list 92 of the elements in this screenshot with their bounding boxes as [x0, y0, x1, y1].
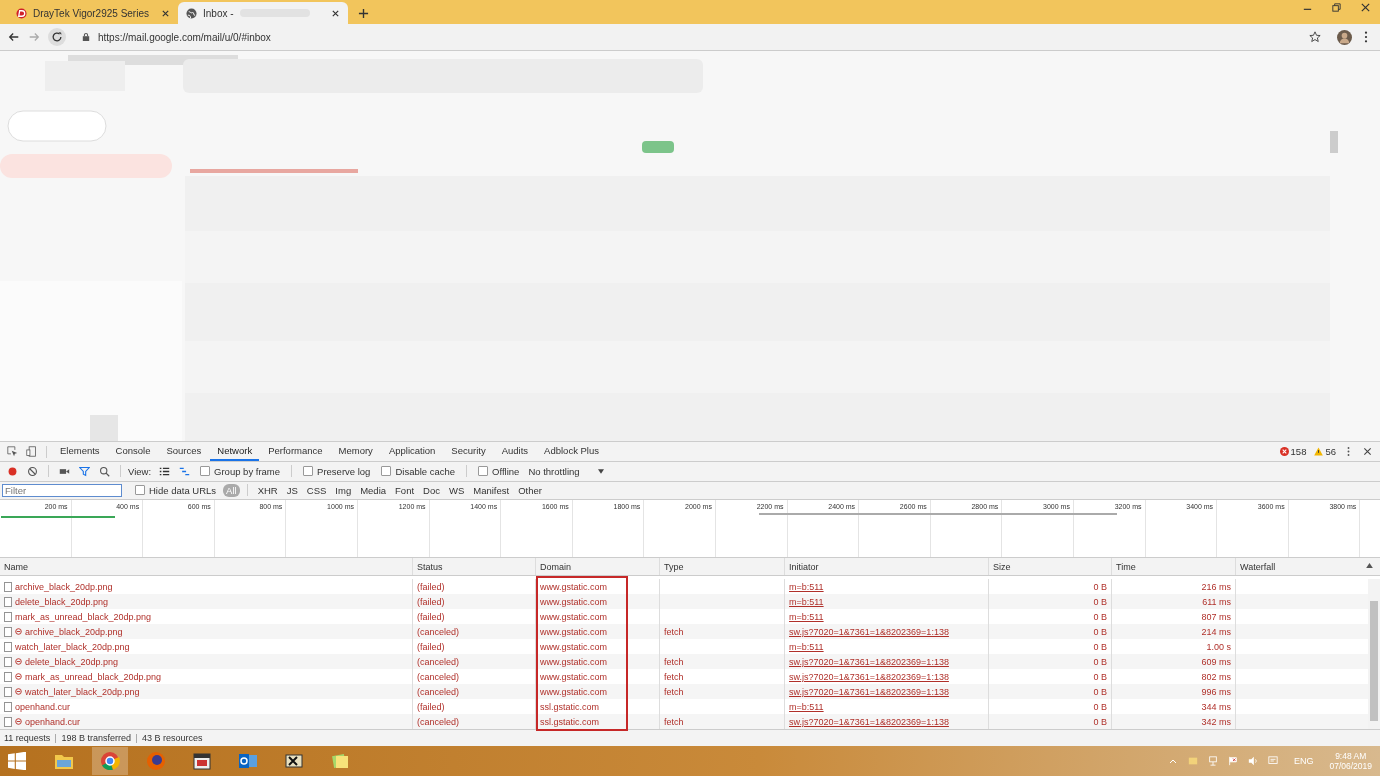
type-filter-button[interactable]: Font [392, 484, 418, 497]
throttling-dropdown[interactable]: No throttling [526, 465, 606, 477]
column-header[interactable]: Time [1112, 558, 1236, 576]
table-cell: www.gstatic.com [536, 654, 660, 670]
warning-count: 56 [1325, 446, 1336, 457]
clock-date: 07/06/2019 [1329, 761, 1372, 771]
type-filter-button[interactable]: XHR [254, 484, 281, 497]
table-cell[interactable]: delete_black_20dp.png [0, 654, 413, 670]
table-cell: 214 ms [1112, 624, 1236, 640]
table-cell[interactable]: watch_later_black_20dp.png [0, 684, 413, 700]
devtools-tab[interactable]: Sources [159, 442, 209, 461]
initiator-link[interactable]: sw.js?7020=1&7361=1&8202369=1:138 [789, 656, 949, 667]
initiator-link[interactable]: sw.js?7020=1&7361=1&8202369=1:138 [789, 716, 949, 727]
type-filter-button[interactable]: Doc [420, 484, 443, 497]
column-header[interactable]: Waterfall [1236, 558, 1368, 576]
type-filter-button[interactable]: WS [445, 484, 468, 497]
table-cell[interactable]: archive_black_20dp.png [0, 624, 413, 640]
table-cell: 0 B [989, 684, 1112, 700]
devtools-tab[interactable]: Application [381, 442, 443, 461]
initiator-link[interactable]: m=b:511 [789, 611, 824, 622]
table-cell: www.gstatic.com [536, 624, 660, 640]
browser-tab[interactable]: Inbox - [178, 2, 348, 24]
browser-tab[interactable]: DrayTek Vigor2925 Series [8, 2, 178, 24]
table-cell: 342 ms [1112, 714, 1236, 730]
table-cell: 0 B [989, 654, 1112, 670]
devtools-tab[interactable]: Adblock Plus [537, 442, 606, 461]
type-filter-button[interactable]: Other [515, 484, 545, 497]
initiator-link[interactable]: m=b:511 [789, 581, 824, 592]
table-cell: fetch [664, 626, 684, 637]
checkbox-label: Group by frame [214, 465, 281, 477]
devtools-tab[interactable]: Elements [53, 442, 107, 461]
type-filter-button[interactable]: Manifest [470, 484, 513, 497]
initiator-link[interactable]: sw.js?7020=1&7361=1&8202369=1:138 [789, 671, 949, 682]
table-cell: 0 B [989, 714, 1112, 730]
devtools-tab[interactable]: Audits [494, 442, 536, 461]
view-label: View: [128, 465, 152, 477]
table-cell: fetch [664, 671, 684, 682]
checkbox-option[interactable]: Group by frame [200, 465, 281, 477]
column-header[interactable]: Type [660, 558, 785, 576]
tab-title: Inbox - [203, 7, 234, 19]
checkbox-option[interactable]: Preserve log [303, 465, 371, 477]
initiator-link[interactable]: m=b:511 [789, 641, 824, 652]
initiator-link[interactable]: sw.js?7020=1&7361=1&8202369=1:138 [789, 686, 949, 697]
table-cell: (canceled) [413, 624, 536, 640]
filter-field[interactable]: Filter [2, 484, 122, 497]
devtools-tab[interactable]: Security [444, 442, 493, 461]
table-cell: ssl.gstatic.com [536, 714, 660, 730]
table-cell: 0 B [989, 624, 1112, 640]
table-cell: fetch [664, 686, 684, 697]
initiator-link[interactable]: m=b:511 [789, 701, 824, 712]
checkbox-label: Offline [492, 465, 520, 477]
table-cell: (canceled) [413, 684, 536, 700]
table-cell: fetch [664, 716, 684, 727]
type-filter-button[interactable]: Media [357, 484, 390, 497]
clock-time: 9:48 AM [1335, 751, 1367, 761]
type-filter-button[interactable]: CSS [303, 484, 330, 497]
table-cell[interactable]: delete_black_20dp.png [0, 594, 413, 610]
summary-text: 198 B transferred [61, 733, 131, 744]
column-header[interactable]: Name [0, 558, 413, 576]
table-cell[interactable]: openhand.cur [0, 714, 413, 730]
devtools-tab[interactable]: Performance [261, 442, 330, 461]
table-cell: 609 ms [1112, 654, 1236, 670]
summary-text: 43 B resources [141, 733, 203, 744]
initiator-link[interactable]: sw.js?7020=1&7361=1&8202369=1:138 [789, 626, 949, 637]
error-count: 158 [1290, 446, 1307, 457]
type-filter-button[interactable]: JS [283, 484, 301, 497]
devtools-tab[interactable]: Memory [331, 442, 380, 461]
devtools-tab[interactable]: Network [210, 442, 260, 461]
checkbox-option[interactable]: Offline [478, 465, 520, 477]
table-cell: 996 ms [1112, 684, 1236, 700]
checkbox-option[interactable]: Hide data URLs [135, 485, 217, 496]
column-header[interactable]: Size [989, 558, 1112, 576]
summary-text: 11 requests [4, 733, 51, 744]
table-cell: (canceled) [413, 714, 536, 730]
table-cell: www.gstatic.com [536, 594, 660, 610]
table-cell: www.gstatic.com [536, 684, 660, 700]
table-cell: 0 B [989, 594, 1112, 610]
table-cell: fetch [664, 656, 684, 667]
checkbox-label: Preserve log [317, 465, 371, 477]
devtools-tab[interactable]: Console [108, 442, 158, 461]
table-cell: (canceled) [413, 654, 536, 670]
column-header[interactable]: Status [413, 558, 536, 576]
initiator-link[interactable]: m=b:511 [789, 596, 824, 607]
tab-title: DrayTek Vigor2925 Series [33, 7, 149, 19]
type-filter-button[interactable]: Img [332, 484, 355, 497]
table-cell: 611 ms [1112, 594, 1236, 610]
table-cell: (failed) [413, 594, 536, 610]
checkbox-label: Hide data URLs [149, 485, 217, 496]
checkbox-option[interactable]: Disable cache [381, 465, 456, 477]
checkbox-label: Disable cache [395, 465, 456, 477]
column-header[interactable]: Domain [536, 558, 660, 576]
column-header[interactable]: Initiator [785, 558, 989, 576]
